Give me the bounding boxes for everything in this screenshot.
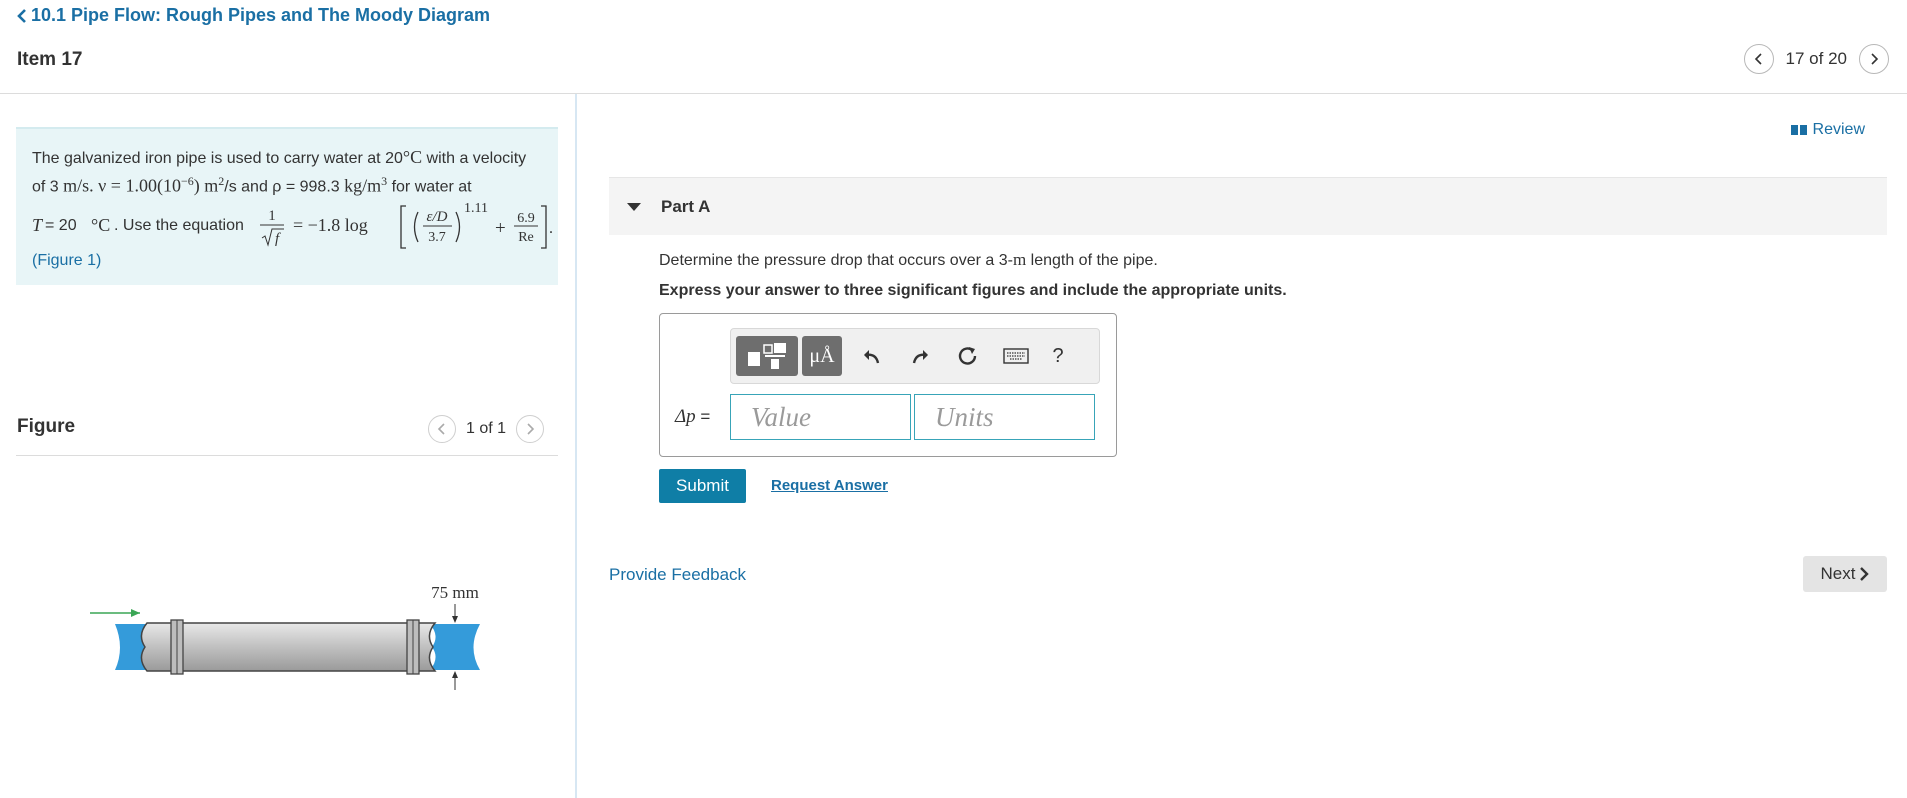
eq-numerator: 1 — [268, 208, 276, 224]
part-a-header[interactable]: Part A — [609, 177, 1887, 235]
book-icon — [1790, 125, 1807, 135]
help-button[interactable]: ? — [1040, 336, 1076, 376]
chevron-left-icon — [17, 8, 26, 23]
question-text: Determine the pressure drop that occurs … — [659, 250, 1158, 269]
submit-button[interactable]: Submit — [659, 469, 746, 503]
templates-button[interactable] — [736, 336, 798, 376]
chevron-right-icon — [1860, 567, 1870, 581]
chevron-left-icon — [1754, 53, 1762, 65]
figure-pager: 1 of 1 — [428, 415, 545, 443]
templates-icon — [748, 343, 786, 369]
next-figure-button[interactable] — [516, 415, 545, 443]
next-item-button[interactable] — [1859, 44, 1889, 74]
redo-button[interactable] — [896, 336, 944, 376]
problem-line-1: The galvanized iron pipe is used to carr… — [32, 147, 527, 167]
eq-plus: + — [495, 218, 506, 239]
keyboard-button[interactable] — [992, 336, 1040, 376]
eq-f: f — [275, 231, 281, 247]
back-link[interactable]: 10.1 Pipe Flow: Rough Pipes and The Mood… — [16, 5, 490, 26]
value-input[interactable] — [730, 394, 911, 440]
water-right — [430, 624, 480, 670]
answer-label: Δp = — [675, 406, 711, 427]
chevron-right-icon — [527, 423, 535, 435]
eq-re: Re — [518, 230, 534, 245]
undo-button[interactable] — [848, 336, 896, 376]
diameter-label: 75 mm — [431, 583, 479, 602]
redo-icon — [912, 350, 928, 364]
part-a-label: Part A — [661, 196, 711, 216]
next-button[interactable]: Next — [1803, 556, 1887, 592]
header-divider — [0, 93, 1907, 94]
reset-button[interactable] — [944, 336, 992, 376]
figure-pager-text: 1 of 1 — [466, 420, 507, 437]
item-pager-text: 17 of 20 — [1785, 49, 1847, 68]
pipe-figure: 75 mm — [90, 583, 480, 690]
next-button-label: Next — [1820, 564, 1856, 583]
reset-icon — [958, 347, 977, 365]
prev-item-button[interactable] — [1743, 44, 1774, 74]
chevron-left-icon — [437, 423, 445, 435]
figure-title: Figure — [17, 416, 76, 437]
problem-line-3: T = 20 °C . Use the equation 1 f = −1.8 … — [32, 198, 553, 254]
keyboard-icon — [1003, 348, 1029, 364]
math-toolbar: μÅ ? — [730, 328, 1100, 384]
problem-statement: The galvanized iron pipe is used to carr… — [16, 127, 558, 285]
item-pager: 17 of 20 — [1743, 44, 1889, 74]
prev-figure-button[interactable] — [428, 415, 456, 443]
caret-down-icon — [627, 202, 641, 211]
pipe-body — [140, 622, 437, 672]
column-divider — [575, 94, 577, 798]
eq-eps-d: ε/D — [427, 209, 448, 225]
answer-box: μÅ ? Δp = — [659, 313, 1117, 457]
instruction-text: Express your answer to three significant… — [659, 282, 1287, 299]
colebrook-equation: 1 f = −1.8 log ε/D 3.7 1.11 + 6.9 Re . — [260, 201, 553, 249]
back-link-label: 10.1 Pipe Flow: Rough Pipes and The Mood… — [31, 5, 491, 25]
problem-line-2: of 3 m/s. ν = 1.00(10−6) m2/s and ρ = 99… — [32, 174, 472, 196]
undo-icon — [864, 350, 880, 364]
request-answer-link[interactable]: Request Answer — [771, 477, 888, 494]
units-input[interactable] — [914, 394, 1095, 440]
units-button[interactable]: μÅ — [802, 336, 842, 376]
review-link[interactable]: Review — [1790, 121, 1865, 139]
svg-text:.: . — [549, 220, 553, 237]
figure-divider — [16, 455, 558, 456]
item-title: Item 17 — [17, 49, 83, 70]
provide-feedback-link[interactable]: Provide Feedback — [609, 565, 746, 585]
eq-rhs: = −1.8 log — [293, 215, 368, 235]
eq-69: 6.9 — [517, 211, 535, 226]
chevron-right-icon — [1871, 53, 1879, 65]
eq-exponent: 1.11 — [464, 201, 488, 216]
review-label: Review — [1812, 121, 1865, 138]
figure-1-link[interactable]: (Figure 1) — [32, 250, 101, 272]
eq-37: 3.7 — [428, 230, 446, 245]
